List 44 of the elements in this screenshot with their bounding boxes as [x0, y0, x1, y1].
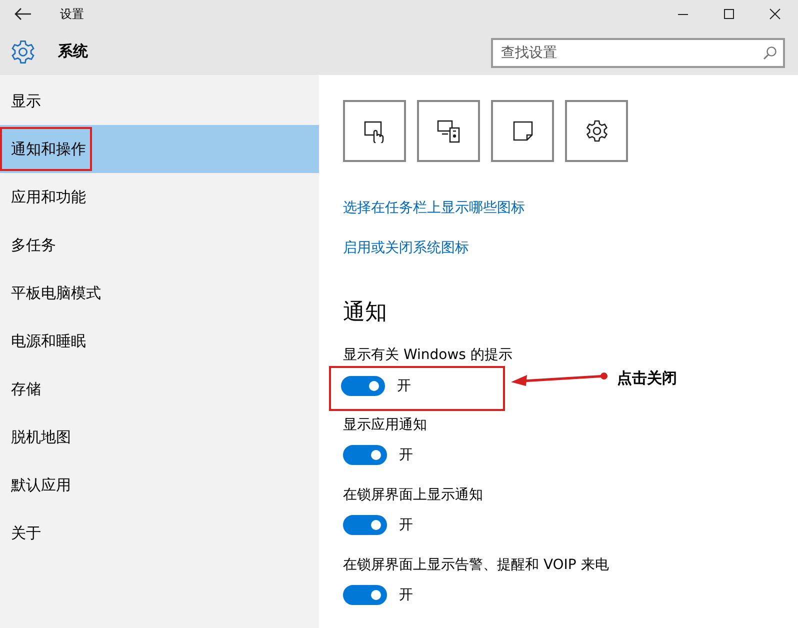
- toggle-state: 开: [397, 377, 411, 395]
- search-field[interactable]: 查找设置: [493, 44, 763, 60]
- monitor-speaker-icon: [436, 119, 460, 143]
- sidebar-item[interactable]: 关于: [0, 509, 319, 557]
- close-icon[interactable]: [769, 8, 781, 20]
- quick-action-tile[interactable]: [565, 100, 628, 162]
- annotation-frame-label: 通知和操作: [0, 127, 92, 171]
- link[interactable]: 选择在任务栏上显示哪些图标: [343, 198, 525, 218]
- sidebar-item[interactable]: 默认应用: [0, 461, 319, 509]
- quick-action-tile[interactable]: [343, 100, 406, 162]
- toggle-switch[interactable]: [343, 515, 387, 535]
- window-title: 设置: [60, 6, 84, 22]
- section-title: 系统: [58, 42, 88, 61]
- search-box[interactable]: 查找设置: [491, 38, 785, 68]
- settings-icon: [10, 38, 36, 64]
- toggle-switch[interactable]: [343, 585, 387, 605]
- quick-action-tile[interactable]: [491, 100, 554, 162]
- sidebar-item[interactable]: 存储: [0, 365, 319, 413]
- settings-icon: [584, 119, 608, 143]
- back-icon[interactable]: [14, 7, 32, 21]
- sidebar-item[interactable]: 显示: [0, 77, 319, 125]
- setting-label: 在锁屏界面上显示通知: [343, 486, 484, 505]
- sidebar-item[interactable]: 脱机地图: [0, 413, 319, 461]
- quick-action-tile[interactable]: [417, 100, 480, 162]
- link[interactable]: 启用或关闭系统图标: [343, 238, 469, 258]
- sidebar-item[interactable]: 多任务: [0, 221, 319, 269]
- toggle-state: 开: [399, 586, 413, 604]
- sidebar-item[interactable]: 平板电脑模式: [0, 269, 319, 317]
- sidebar-item[interactable]: 应用和功能: [0, 173, 319, 221]
- setting-label: 显示有关 Windows 的提示: [343, 346, 514, 365]
- toggle-state: 开: [399, 446, 413, 464]
- toggle-switch[interactable]: [343, 445, 387, 465]
- setting-label: 显示应用通知: [343, 416, 428, 435]
- maximize-icon[interactable]: [723, 8, 735, 20]
- toggle-state: 开: [399, 516, 413, 534]
- setting-label: 在锁屏界面上显示告警、提醒和 VOIP 来电: [343, 556, 610, 575]
- note-icon: [510, 119, 534, 143]
- toggle-switch[interactable]: [341, 376, 385, 396]
- callout-text: 点击关闭: [617, 369, 677, 388]
- search-icon[interactable]: [763, 46, 777, 60]
- sidebar-item[interactable]: 通知和操作: [0, 125, 319, 173]
- sidebar-item[interactable]: 电源和睡眠: [0, 317, 319, 365]
- touch-screen-icon: [362, 119, 386, 143]
- section-heading: 通知: [343, 299, 388, 327]
